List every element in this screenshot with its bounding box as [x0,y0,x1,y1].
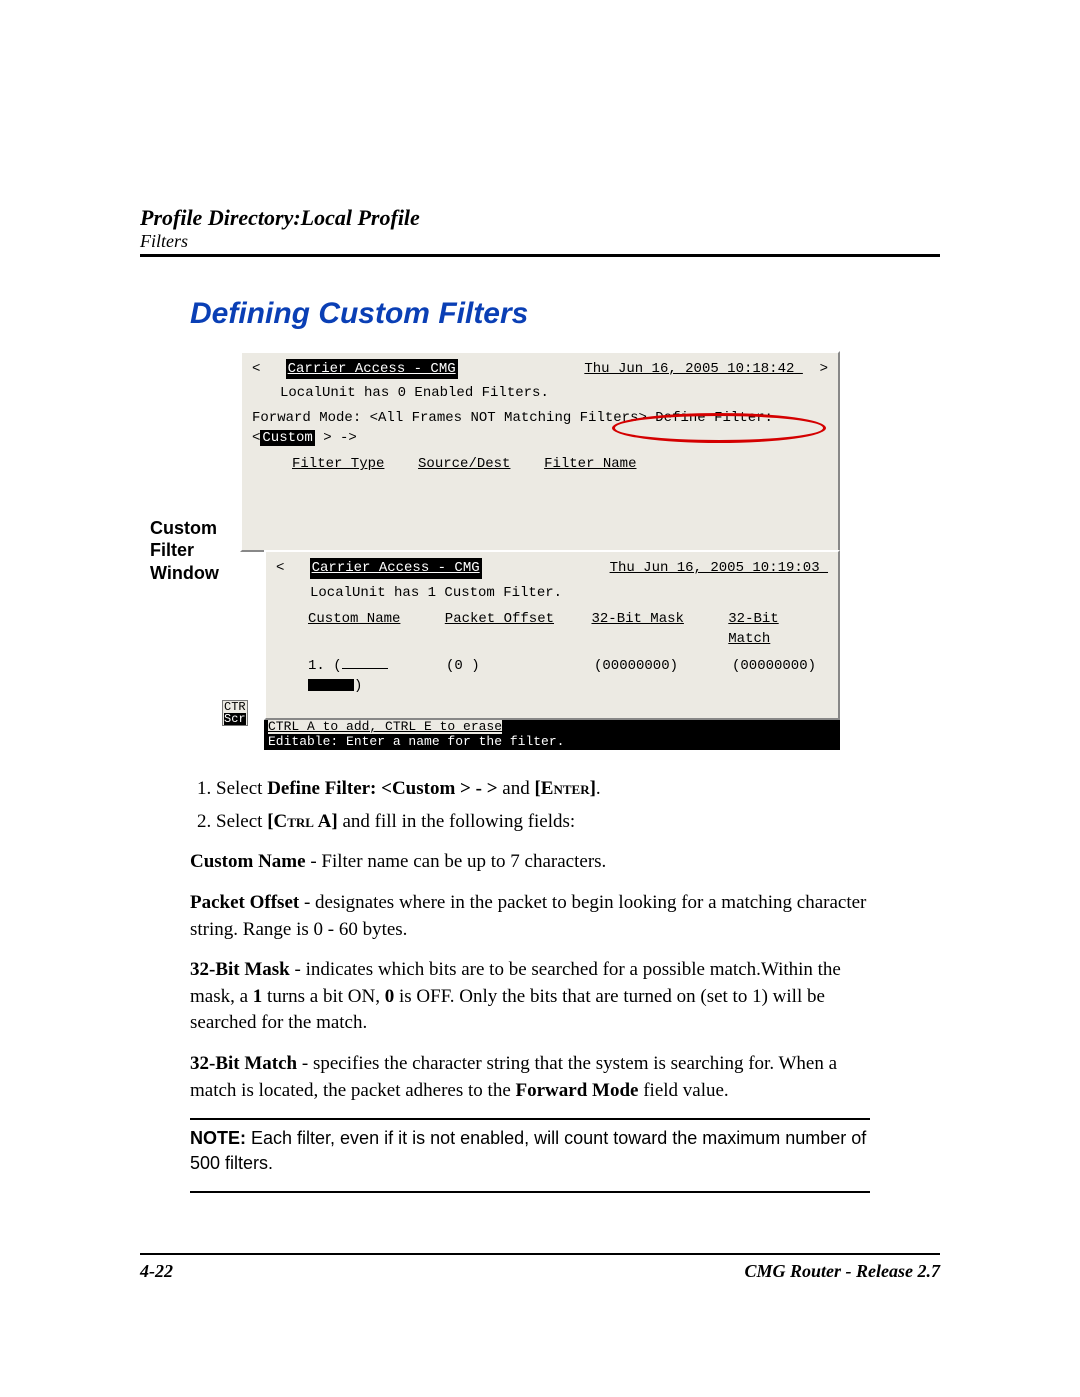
terminal-status-line: LocalUnit has 1 Custom Filter. [310,583,828,603]
col-32bit-match: 32-Bit Match [728,609,828,650]
step-2: Select [Ctrl A] and fill in the followin… [216,809,870,836]
terminal-timestamp: Thu Jun 16, 2005 10:19:03_ [610,558,828,578]
col-32bit-mask: 32-Bit Mask [591,609,700,650]
page-number: 4-22 [140,1261,173,1282]
col-packet-offset: Packet Offset [445,609,564,650]
scroll-tab: CTR Scr [222,700,248,726]
body-text: Select Define Filter: <Custom > - > and … [190,776,870,1192]
cell-32bit-match[interactable]: (00000000) [732,656,816,697]
para-32bit-mask: 32-Bit Mask - indicates which bits are t… [190,957,870,1037]
doc-title-footer: CMG Router - Release 2.7 [745,1261,941,1282]
page-header: Profile Directory:Local Profile Filters [140,205,940,257]
page-footer: 4-22 CMG Router - Release 2.7 [140,1253,940,1282]
breadcrumb: Profile Directory:Local Profile [140,205,940,231]
terminal-editable-hint: Editable: Enter a name for the filter. [264,733,840,750]
table-row: 1. () (0 ) (00000000) (00000000) [308,656,828,697]
terminal-title: Carrier Access - CMG [286,359,458,379]
col-custom-name: Custom Name [308,609,417,650]
terminal-column-headers: Custom Name Packet Offset 32-Bit Mask 32… [308,609,828,650]
header-subtitle: Filters [140,231,940,252]
define-filter-value[interactable]: Custom [260,430,314,446]
note-rule-bottom [190,1191,870,1193]
figure-side-label: Custom Filter Window [150,517,228,585]
cell-packet-offset[interactable]: (0 ) [446,656,566,697]
header-rule [140,254,940,257]
note-rule-top [190,1118,870,1120]
para-32bit-match: 32-Bit Match - specifies the character s… [190,1051,870,1104]
terminal-window-bottom: < Carrier Access - CMG Thu Jun 16, 2005 … [264,550,840,720]
terminal-title: Carrier Access - CMG [310,558,482,578]
terminal-status-line: LocalUnit has 0 Enabled Filters. [280,383,828,403]
terminal-nav-left: < Carrier Access - CMG [276,558,482,578]
terminal-screenshots: < Carrier Access - CMG Thu Jun 16, 2005 … [240,351,840,750]
section-title: Defining Custom Filters [190,297,940,331]
cell-32bit-mask[interactable]: (00000000) [594,656,704,697]
note-block: NOTE: Each filter, even if it is not ena… [190,1126,870,1176]
para-packet-offset: Packet Offset - designates where in the … [190,890,870,943]
terminal-nav-left: < Carrier Access - CMG [252,359,458,379]
cell-custom-name[interactable]: 1. () [308,656,418,697]
para-custom-name: Custom Name - Filter name can be up to 7… [190,849,870,876]
footer-rule [140,1253,940,1255]
step-1: Select Define Filter: <Custom > - > and … [216,776,870,803]
terminal-timestamp: Thu Jun 16, 2005 10:18:42_ > [584,359,828,379]
col-source-dest: Source/Dest [418,456,510,472]
terminal-forward-line: Forward Mode: <All Frames NOT Matching F… [252,408,828,449]
terminal-column-headers: Filter Type Source/Dest Filter Name [292,454,828,474]
col-filter-type: Filter Type [292,456,384,472]
col-filter-name: Filter Name [544,456,636,472]
terminal-window-top: < Carrier Access - CMG Thu Jun 16, 2005 … [240,351,840,552]
